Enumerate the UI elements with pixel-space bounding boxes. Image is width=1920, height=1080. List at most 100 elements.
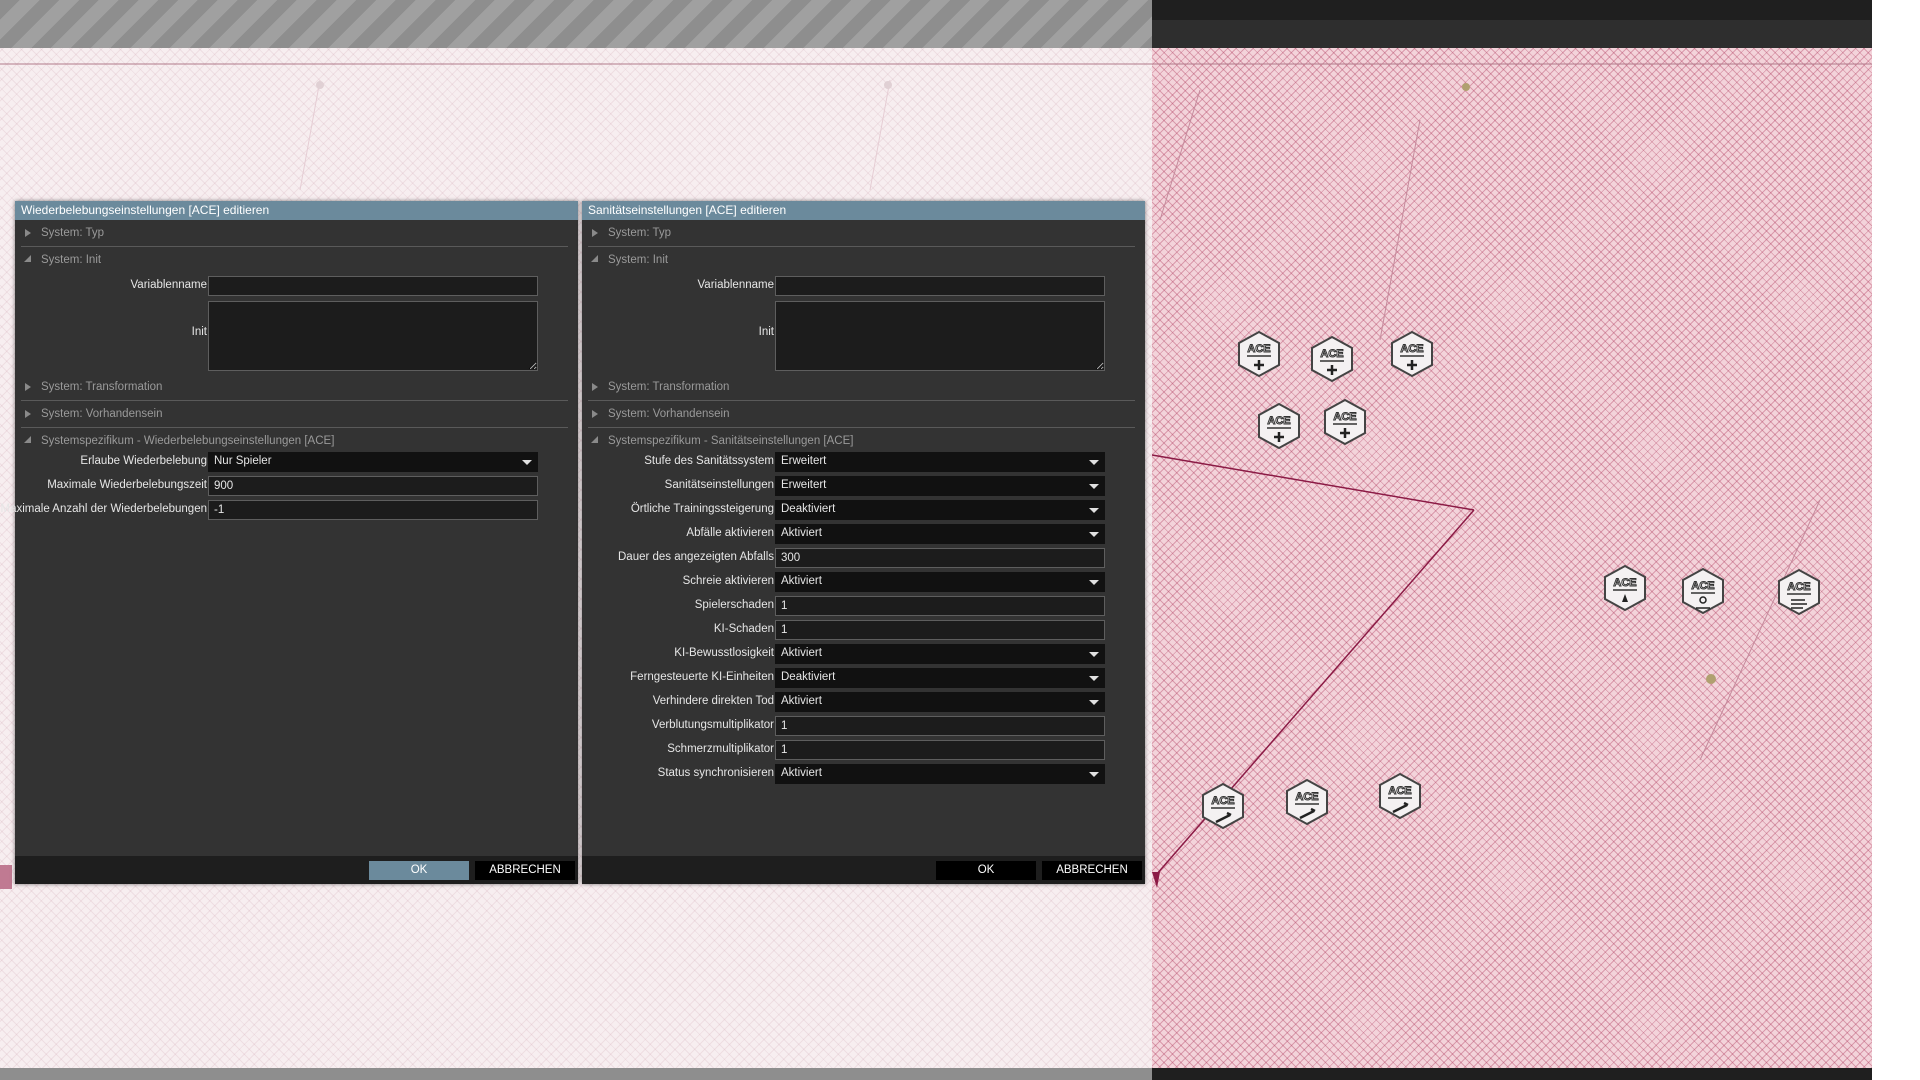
marker-label: ACE (1295, 791, 1318, 803)
setting-dropdown[interactable]: Aktiviert (775, 644, 1105, 664)
ace-map-marker[interactable]: ACE (1389, 330, 1435, 378)
dropdown-value: Nur Spieler (214, 455, 272, 467)
setting-input[interactable] (775, 548, 1105, 568)
init-textarea[interactable] (775, 301, 1105, 371)
ace-map-marker[interactable]: ACE (1602, 564, 1648, 612)
section-systemspezifikum[interactable]: Systemspezifikum - Sanitätseinstellungen… (588, 428, 1135, 450)
ace-map-marker[interactable]: ACE (1680, 567, 1726, 615)
field-label: Verhindere direkten Tod (652, 695, 774, 707)
setting-input[interactable] (775, 716, 1105, 736)
ace-map-marker[interactable]: ACE (1256, 402, 1302, 450)
ace-map-marker[interactable]: ACE (1377, 772, 1423, 820)
right-edge-strip (1872, 0, 1920, 1080)
marker-label: ACE (1211, 795, 1234, 807)
section-system-typ[interactable]: System: Typ (588, 220, 1135, 247)
section-system-vorhandensein[interactable]: System: Vorhandensein (21, 401, 568, 428)
collapse-arrow-icon (592, 383, 598, 391)
field-label: Schreie aktivieren (682, 575, 774, 587)
setting-input[interactable] (208, 500, 538, 520)
chevron-down-icon (1089, 652, 1099, 657)
settings-field-row: Maximale Wiederbelebungszeit (15, 474, 578, 498)
setting-input[interactable] (208, 476, 538, 496)
dropdown-value: Deaktiviert (781, 671, 836, 683)
dropdown-value: Erweitert (781, 479, 827, 491)
field-label: Erlaube Wiederbelebung (80, 455, 207, 467)
field-label: Schmerzmultiplikator (667, 743, 774, 755)
dialog-title[interactable]: Sanitätseinstellungen [ACE] editieren (582, 201, 1145, 220)
init-textarea[interactable] (208, 301, 538, 371)
ace-map-marker[interactable]: ACE (1322, 398, 1368, 446)
setting-input[interactable] (775, 596, 1105, 616)
marker-label: ACE (1333, 411, 1356, 423)
dialog-medical-settings: Sanitätseinstellungen [ACE] editieren Sy… (582, 201, 1145, 884)
dropdown-value: Aktiviert (781, 647, 822, 659)
field-label: Variablenname (130, 279, 207, 291)
dialog-title[interactable]: Wiederbelebungseinstellungen [ACE] editi… (15, 201, 578, 220)
ace-map-marker[interactable]: ACE (1284, 778, 1330, 826)
section-system-transformation[interactable]: System: Transformation (21, 374, 568, 401)
field-label: Init (758, 326, 774, 338)
section-label: Systemspezifikum - Sanitätseinstellungen… (608, 435, 854, 447)
section-system-init[interactable]: System: Init (588, 247, 1135, 274)
chevron-down-icon (1089, 772, 1099, 777)
marker-label: ACE (1400, 343, 1423, 355)
settings-field-row: Örtliche Trainingssteigerung Deaktiviert (582, 498, 1145, 522)
ace-map-marker[interactable]: ACE (1776, 568, 1822, 616)
collapse-arrow-icon (592, 410, 598, 418)
setting-dropdown[interactable]: Deaktiviert (775, 668, 1105, 688)
section-system-init[interactable]: System: Init (21, 247, 568, 274)
field-label: Dauer des angezeigten Abfalls (618, 551, 774, 563)
settings-field-row: Erlaube Wiederbelebung Nur Spieler (15, 450, 578, 474)
marker-label: ACE (1267, 415, 1290, 427)
chevron-down-icon (1089, 484, 1099, 489)
setting-dropdown[interactable]: Nur Spieler (208, 452, 538, 472)
settings-field-row: Abfälle aktivieren Aktiviert (582, 522, 1145, 546)
section-label: System: Vorhandensein (608, 408, 730, 420)
settings-field-row: Ferngesteuerte KI-Einheiten Deaktiviert (582, 666, 1145, 690)
cancel-button[interactable]: ABBRECHEN (1042, 861, 1142, 880)
field-label: Stufe des Sanitätssystem (644, 455, 774, 467)
section-system-transformation[interactable]: System: Transformation (588, 374, 1135, 401)
settings-field-row: Maximale Anzahl der Wiederbelebungen (1, 498, 578, 522)
setting-input[interactable] (775, 620, 1105, 640)
variablenname-input[interactable] (208, 276, 538, 296)
setting-dropdown[interactable]: Aktiviert (775, 764, 1105, 784)
section-label: System: Transformation (608, 381, 730, 393)
marker-label: ACE (1247, 343, 1270, 355)
setting-dropdown[interactable]: Erweitert (775, 476, 1105, 496)
ace-map-marker[interactable]: ACE (1309, 335, 1355, 383)
setting-dropdown[interactable]: Aktiviert (775, 692, 1105, 712)
map-right-area[interactable] (1152, 48, 1872, 1068)
section-system-typ[interactable]: System: Typ (21, 220, 568, 247)
ok-button[interactable]: OK (936, 861, 1036, 880)
top-bar-right (1152, 0, 1872, 48)
setting-input[interactable] (775, 740, 1105, 760)
top-bar-left (0, 0, 1152, 48)
field-label: Maximale Wiederbelebungszeit (47, 479, 207, 491)
settings-field-row: Stufe des Sanitätssystem Erweitert (582, 450, 1145, 474)
collapse-arrow-icon (592, 229, 598, 237)
field-label: Abfälle aktivieren (686, 527, 774, 539)
field-label: KI-Schaden (713, 623, 774, 635)
setting-dropdown[interactable]: Aktiviert (775, 572, 1105, 592)
setting-dropdown[interactable]: Erweitert (775, 452, 1105, 472)
marker-label: ACE (1787, 581, 1810, 593)
settings-field-row: Verhindere direkten Tod Aktiviert (582, 690, 1145, 714)
field-label: Sanitätseinstellungen (664, 479, 774, 491)
field-label: Maximale Anzahl der Wiederbelebungen (0, 503, 207, 515)
settings-field-row: Verblutungsmultiplikator (582, 714, 1145, 738)
section-system-vorhandensein[interactable]: System: Vorhandensein (588, 401, 1135, 428)
ok-button[interactable]: OK (369, 861, 469, 880)
dropdown-value: Aktiviert (781, 575, 822, 587)
cancel-button[interactable]: ABBRECHEN (475, 861, 575, 880)
field-variablenname: Variablenname (15, 274, 578, 298)
setting-dropdown[interactable]: Aktiviert (775, 524, 1105, 544)
variablenname-input[interactable] (775, 276, 1105, 296)
ace-map-marker[interactable]: ACE (1200, 782, 1246, 830)
section-systemspezifikum[interactable]: Systemspezifikum - Wiederbelebungseinste… (21, 428, 568, 450)
settings-field-list: Stufe des Sanitätssystem Erweitert Sanität… (582, 450, 1145, 786)
setting-dropdown[interactable]: Deaktiviert (775, 500, 1105, 520)
collapse-arrow-icon (25, 229, 31, 237)
ace-map-marker[interactable]: ACE (1236, 330, 1282, 378)
expand-arrow-icon (24, 255, 31, 262)
